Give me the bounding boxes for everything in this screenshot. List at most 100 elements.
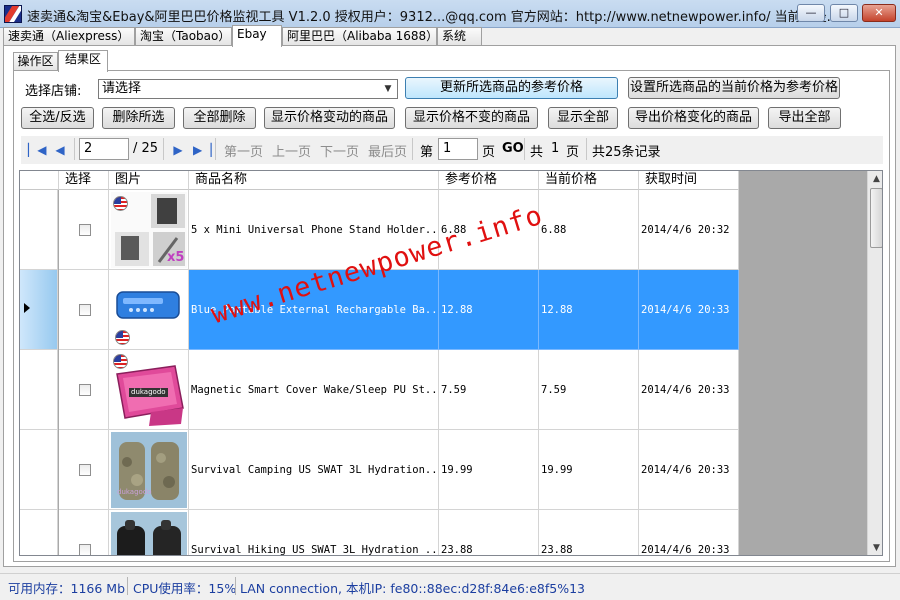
scroll-down-icon[interactable]: ▼ [869,540,882,555]
last-page-icon[interactable]: ▶▕ [193,141,211,159]
delete-all-button[interactable]: 全部删除 [183,107,256,129]
prev-page-link[interactable]: 上一页 [272,141,311,160]
select-cell[interactable] [59,430,109,510]
row-checkbox[interactable] [79,544,91,555]
close-button[interactable]: ✕ [862,4,896,22]
ref-price-cell: 23.88 [439,510,539,555]
nav-separator [74,138,75,160]
table-row[interactable]: Survival Hiking US SWAT 3L Hydration ...… [20,510,739,555]
row-header[interactable] [20,190,58,270]
total-pages-label: / 25 [133,141,159,156]
current-page-input[interactable]: 2 [79,138,129,160]
next-page-link[interactable]: 下一页 [320,141,359,160]
subtab-results[interactable]: 结果区 [58,50,108,72]
nav-separator [586,138,587,160]
select-cell[interactable] [59,190,109,270]
set-current-as-ref-button[interactable]: 设置所选商品的当前价格为参考价格 [628,77,840,99]
vertical-scrollbar[interactable]: ▲ ▼ [867,171,882,555]
tab-alibaba[interactable]: 阿里巴巴（Alibaba 1688） [282,27,438,46]
hiking-pack-image [111,512,187,555]
image-cell: dukagodo [109,350,189,430]
select-cell[interactable] [59,270,109,350]
maximize-button[interactable]: □ [830,4,858,22]
row-header[interactable] [20,510,58,555]
row-header[interactable] [20,430,58,510]
tab-taobao[interactable]: 淘宝（Taobao） [135,27,232,46]
cur-price-cell: 19.99 [539,430,639,510]
column-header-ref-price[interactable]: 参考价格 [439,171,539,190]
table-row[interactable]: Blue Portable External Rechargable Ba...… [20,270,739,350]
ref-price-cell: 12.88 [439,270,539,350]
minimize-button[interactable]: — [797,4,825,22]
store-select[interactable]: 请选择 ▼ [98,79,398,99]
record-count-label: 共25条记录 [592,145,661,160]
tab-ebay[interactable]: Ebay [232,25,282,47]
product-thumbnail: x5 [111,192,187,268]
prev-page-icon[interactable]: ◀ [52,141,68,159]
scroll-thumb[interactable] [870,188,882,248]
column-header-image[interactable]: 图片 [109,171,189,190]
show-all-button[interactable]: 显示全部 [548,107,618,129]
subtab-operation[interactable]: 操作区 [13,52,58,71]
product-thumbnail [111,272,187,348]
name-cell: Survival Camping US SWAT 3L Hydration... [189,430,439,510]
update-ref-price-button[interactable]: 更新所选商品的参考价格 [405,77,618,99]
title-bar: 速卖通&淘宝&Ebay&阿里巴巴价格监视工具 V1.2.0 授权用户：9312.… [0,0,900,28]
row-checkbox[interactable] [79,464,91,476]
nav-separator [412,138,413,160]
product-thumbnail: dukagodo [111,432,187,508]
row-checkbox[interactable] [79,304,91,316]
us-flag-icon [113,354,128,369]
grid-corner-header [20,171,59,190]
goto-prefix-label: 第 [420,145,434,160]
us-flag-icon [115,330,130,345]
store-label: 选择店铺: [25,84,82,99]
goto-page-input[interactable]: 1 [438,138,478,160]
column-header-select[interactable]: 选择 [59,171,109,190]
export-changed-button[interactable]: 导出价格变化的商品 [628,107,759,129]
show-changed-button[interactable]: 显示价格变动的商品 [264,107,395,129]
status-bar: 可用内存：1166 Mb CPU使用率：15% LAN connection, … [0,573,900,600]
table-row[interactable]: dukagodo Survival Camping US SWAT 3L Hyd… [20,430,739,510]
current-row-marker-icon [24,303,30,313]
row-checkbox[interactable] [79,384,91,396]
delete-selected-button[interactable]: 删除所选 [102,107,175,129]
total-suffix-label: 页 [566,145,580,160]
row-header[interactable] [20,350,58,430]
first-page-icon[interactable]: ▏◀ [28,141,46,159]
thumb-label: dukagodo [117,488,152,496]
column-header-time[interactable]: 获取时间 [639,171,739,190]
store-select-value: 请选择 [102,81,142,96]
time-cell: 2014/4/6 20:33 [639,350,739,430]
nav-separator [524,138,525,160]
scroll-up-icon[interactable]: ▲ [869,171,882,187]
table-row[interactable]: dukagodo Magnetic Smart Cover Wake/Sleep… [20,350,739,430]
image-cell: x5 [109,190,189,270]
image-cell [109,270,189,350]
status-separator [127,577,128,595]
select-all-button[interactable]: 全选/反选 [21,107,94,129]
first-page-link[interactable]: 第一页 [224,141,263,160]
last-page-link[interactable]: 最后页 [368,141,407,160]
select-cell[interactable] [59,350,109,430]
image-cell: dukagodo [109,430,189,510]
us-flag-icon [113,196,128,211]
select-cell[interactable] [59,510,109,555]
column-header-cur-price[interactable]: 当前价格 [539,171,639,190]
export-all-button[interactable]: 导出全部 [768,107,841,129]
tab-system[interactable]: 系统 [437,27,482,46]
time-cell: 2014/4/6 20:33 [639,430,739,510]
ref-price-cell: 19.99 [439,430,539,510]
cur-price-cell: 7.59 [539,350,639,430]
show-unchanged-button[interactable]: 显示价格不变的商品 [405,107,538,129]
go-button[interactable]: GO [502,141,524,156]
cur-price-cell: 12.88 [539,270,639,350]
image-cell [109,510,189,555]
row-header[interactable] [20,270,58,350]
column-header-name[interactable]: 商品名称 [189,171,439,190]
tab-aliexpress[interactable]: 速卖通（Aliexpress） [3,27,135,46]
total-pages-value: 1 [551,141,560,156]
thumb-label: dukagodo [129,388,168,397]
row-checkbox[interactable] [79,224,91,236]
next-page-icon[interactable]: ▶ [170,141,186,159]
